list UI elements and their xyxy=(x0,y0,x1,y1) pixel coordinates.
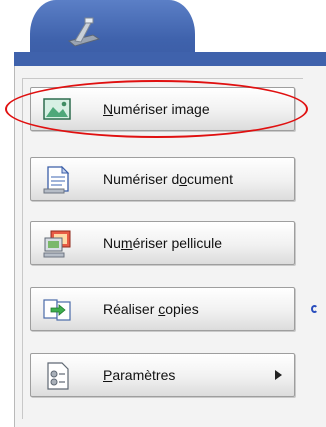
copy-icon xyxy=(43,299,71,321)
scan-image-label: Numériser image xyxy=(103,101,210,117)
scan-film-button[interactable]: Numériser pellicule xyxy=(30,221,295,265)
header-band xyxy=(14,52,326,66)
image-icon xyxy=(43,98,71,120)
blue-mark xyxy=(311,305,318,313)
settings-label: Paramètres xyxy=(103,367,176,383)
film-icon xyxy=(43,230,71,258)
scan-document-label: Numériser document xyxy=(103,171,233,187)
scan-document-button[interactable]: Numériser document xyxy=(30,157,295,201)
make-copies-button[interactable]: Réaliser copies xyxy=(30,287,295,331)
scanner-icon xyxy=(67,17,101,47)
settings-icon xyxy=(47,362,69,390)
scan-film-label: Numériser pellicule xyxy=(103,235,223,251)
settings-button[interactable]: Paramètres xyxy=(30,353,295,397)
make-copies-label: Réaliser copies xyxy=(103,301,199,317)
submenu-arrow-icon xyxy=(275,370,282,380)
document-icon xyxy=(43,165,70,194)
scan-image-button[interactable]: Numériser image xyxy=(30,87,295,131)
